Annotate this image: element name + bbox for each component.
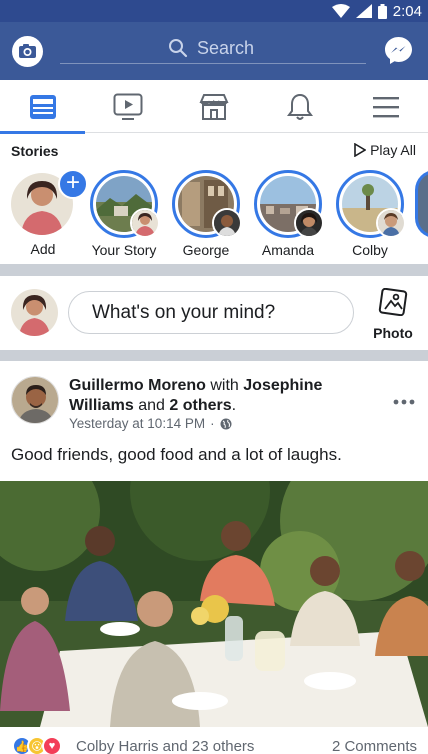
section-divider [0, 264, 428, 276]
app-header: Search [0, 22, 428, 80]
post-others-link[interactable]: 2 others [169, 397, 231, 414]
story-partial[interactable] [415, 170, 428, 238]
love-icon: ♥ [42, 736, 62, 754]
meta-separator: · [210, 416, 215, 431]
search-icon [169, 39, 188, 58]
story-colby[interactable]: Colby [332, 170, 408, 260]
play-icon [354, 143, 367, 157]
marketplace-icon [198, 93, 229, 120]
story-amanda[interactable]: Amanda [250, 170, 326, 260]
story-george[interactable]: George [168, 170, 244, 260]
battery-icon [377, 3, 387, 19]
wifi-icon [331, 4, 350, 18]
post-text: Good friends, good food and a lot of lau… [11, 445, 342, 464]
photo-button[interactable]: Photo [368, 287, 418, 342]
camera-button[interactable] [12, 36, 43, 67]
tab-notifications[interactable] [257, 80, 342, 133]
post-header: Guillermo Moreno with Josephine Williams… [69, 376, 369, 416]
post-author-name[interactable]: Guillermo Moreno [69, 377, 206, 394]
reaction-icons: 👍 😮 ♥ [12, 736, 62, 754]
search-placeholder: Search [197, 38, 255, 58]
post-with-word: with [210, 377, 239, 394]
story-your-story[interactable]: Your Story [86, 170, 162, 260]
add-story-plus-icon: + [58, 169, 88, 199]
story-name: Colby [352, 242, 388, 258]
tab-video[interactable] [85, 80, 170, 133]
section-divider [0, 350, 428, 361]
search-bar[interactable]: Search [60, 28, 366, 64]
messenger-icon [385, 37, 412, 64]
video-icon [113, 93, 142, 120]
post-meta: Yesterday at 10:14 PM · [69, 416, 232, 431]
play-all-label: Play All [370, 142, 416, 158]
tab-news-feed[interactable] [0, 80, 85, 134]
menu-icon [372, 96, 399, 117]
tab-menu[interactable] [343, 80, 428, 133]
story-avatar [212, 208, 242, 238]
status-composer-input[interactable]: What's on your mind? [68, 291, 354, 334]
story-avatar [376, 208, 406, 238]
messenger-button[interactable] [383, 35, 414, 66]
photo-icon [378, 287, 408, 317]
bell-icon [286, 93, 313, 120]
post-period: . [231, 397, 237, 414]
story-avatar [130, 208, 160, 238]
camera-icon [12, 36, 43, 67]
post-and-word: and [138, 397, 165, 414]
post-options-button[interactable] [393, 388, 415, 408]
stories-title: Stories [11, 143, 59, 159]
signal-icon [355, 4, 372, 18]
story-avatar [294, 208, 324, 238]
tab-marketplace[interactable] [171, 80, 256, 133]
reactions-count[interactable]: Colby Harris and 23 others [76, 738, 254, 754]
photo-label: Photo [373, 325, 413, 341]
status-bar: 2:04 [0, 0, 428, 22]
play-all-button[interactable]: Play All [354, 142, 416, 158]
post-photo[interactable] [0, 481, 428, 727]
post-author-avatar[interactable] [11, 376, 59, 424]
news-feed-icon [29, 94, 56, 119]
globe-icon [220, 418, 232, 429]
more-options-icon [393, 399, 415, 405]
reactions-bar[interactable]: 👍 😮 ♥ Colby Harris and 23 others 2 Comme… [0, 736, 428, 754]
tab-bar [0, 80, 428, 134]
composer-avatar [11, 289, 58, 336]
status-time: 2:04 [392, 2, 422, 20]
comments-count[interactable]: 2 Comments [332, 738, 417, 754]
post-timestamp[interactable]: Yesterday at 10:14 PM [69, 416, 205, 431]
